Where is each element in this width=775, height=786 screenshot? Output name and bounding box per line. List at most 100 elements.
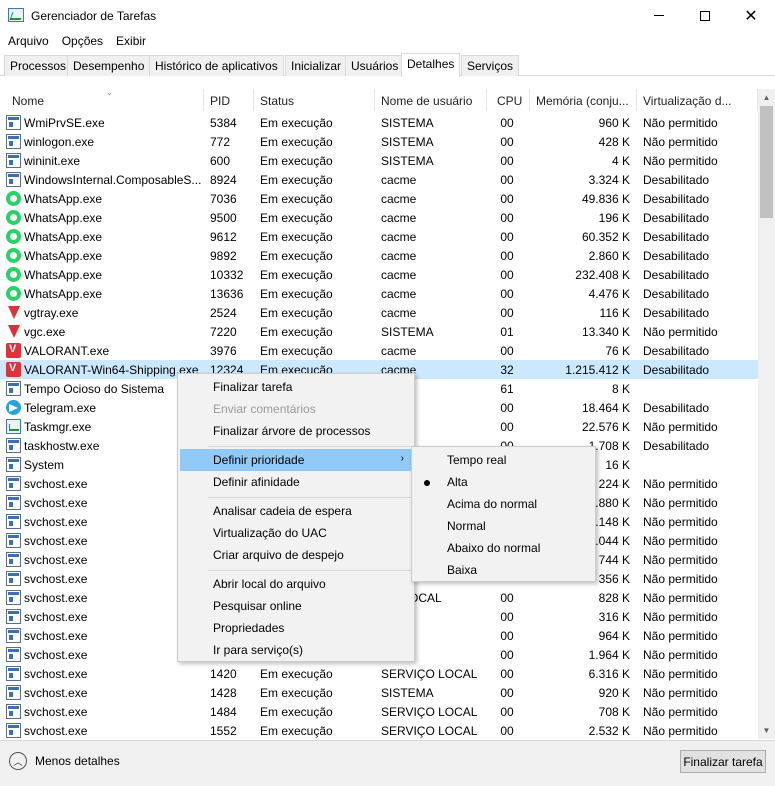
scroll-up-icon[interactable]: ▲ [758,89,775,106]
cell-user: SERVIÇO LOCAL [381,667,478,681]
cell-virt: Não permitido [643,534,718,548]
priority-option[interactable]: Normal [414,515,593,537]
cell-mem: 708 K [598,705,630,719]
maximize-button[interactable] [682,0,728,31]
tab-usuarios[interactable]: Usuários [345,55,405,76]
priority-option[interactable]: Alta [414,471,593,493]
column-header-status[interactable]: Status [254,89,375,111]
context-menu-item[interactable]: Finalizar árvore de processos [180,420,412,442]
table-row[interactable]: vgc.exe 7220 Em execução SISTEMA 01 13.340 K N… [0,322,758,341]
table-row[interactable]: WhatsApp.exe 9892 Em execução cacme 00 2.860 … [0,246,758,265]
service-icon [6,172,21,187]
menu-separator [208,446,412,447]
cell-status: Em execução [260,325,333,339]
column-header-virtualization[interactable]: Virtualização d... [637,89,758,111]
table-row[interactable]: WhatsApp.exe 7036 Em execução cacme 00 49.836… [0,189,758,208]
context-menu-item[interactable]: Definir afinidade [180,471,412,493]
table-row[interactable]: WmiPrvSE.exe 5384 Em execução SISTEMA 00 960 … [0,113,758,132]
table-row[interactable]: svchost.exe 1420 Em execução SERVIÇO LOCAL 0… [0,664,758,683]
cell-user: SISTEMA [381,154,434,168]
table-row[interactable]: wininit.exe 600 Em execução SISTEMA 00 4 K Não… [0,151,758,170]
context-menu-item[interactable]: Abrir local do arquivo [180,573,412,595]
tab-detalhes[interactable]: Detalhes [401,53,461,77]
minimize-button[interactable] [636,0,682,31]
cell-cpu: 00 [500,249,514,263]
table-row[interactable]: WhatsApp.exe 9500 Em execução cacme 00 196 K D… [0,208,758,227]
priority-option[interactable]: Acima do normal [414,493,593,515]
cell-mem: 13.340 K [581,325,630,339]
context-menu-item[interactable]: Pesquisar online [180,595,412,617]
cell-name: VALORANT-Win64-Shipping.exe [24,363,199,377]
context-menu-item[interactable]: Propriedades [180,617,412,639]
cell-virt: Desabilitado [643,306,710,320]
table-row[interactable]: WindowsInternal.ComposableS... 8924 Em exe… [0,170,758,189]
context-menu-item[interactable]: Ir para serviço(s) [180,639,412,661]
close-icon: ✕ [744,5,758,25]
whatsapp-icon [6,267,21,282]
cell-mem: 4 K [611,154,630,168]
cell-cpu: 00 [500,686,514,700]
table-row[interactable]: WhatsApp.exe 10332 Em execução cacme 00 232.4… [0,265,758,284]
table-row[interactable]: svchost.exe 1552 Em execução SERVIÇO LOCAL 0… [0,721,758,739]
service-icon [6,495,21,510]
column-header-memory[interactable]: Memória (conju... [530,89,637,111]
priority-option[interactable]: Abaixo do normal [414,537,593,559]
cell-pid: 9612 [210,230,237,244]
column-header-cpu[interactable]: CPU [487,89,530,111]
menu-exibir[interactable]: Exibir [108,31,151,51]
cell-pid: 2524 [210,306,237,320]
column-header-name[interactable]: Nome ⌄ [6,89,204,111]
context-menu-item[interactable]: Analisar cadeia de espera [180,500,412,522]
tab-processos[interactable]: Processos [4,55,73,76]
context-menu-item[interactable]: Criar arquivo de despejo [180,544,412,566]
vertical-scrollbar[interactable]: ▲ ▼ [758,89,775,739]
cell-virt: Não permitido [643,496,718,510]
cell-name: WhatsApp.exe [24,211,103,225]
table-row[interactable]: VALORANT.exe 3976 Em execução cacme 00 76 K De… [0,341,758,360]
service-icon [6,685,21,700]
task-manager-icon [8,8,24,22]
cell-status: Em execução [260,211,333,225]
context-menu-item[interactable]: Virtualização do UAC [180,522,412,544]
cell-status: Em execução [260,154,333,168]
cell-mem: 196 K [598,211,630,225]
context-menu-item[interactable]: Finalizar tarefa [180,376,412,398]
column-header-pid[interactable]: PID [204,89,254,111]
table-row[interactable]: svchost.exe 1428 Em execução SISTEMA 00 920 K… [0,683,758,702]
menu-arquivo[interactable]: Arquivo [0,31,54,51]
table-row[interactable]: svchost.exe 1484 Em execução SERVIÇO LOCAL 0… [0,702,758,721]
table-row[interactable]: WhatsApp.exe 13636 Em execução cacme 00 4.476… [0,284,758,303]
menu-item-label: Definir afinidade [213,475,300,489]
menu-item-label: Enviar comentários [213,402,316,416]
menu-opcoes[interactable]: Opções [54,31,108,51]
cell-mem: 3.324 K [588,173,630,187]
end-task-button[interactable]: Finalizar tarefa [680,750,766,773]
table-row[interactable]: WhatsApp.exe 9612 Em execução cacme 00 60.352… [0,227,758,246]
column-header-user[interactable]: Nome de usuário [375,89,487,111]
tab-servicos[interactable]: Serviços [461,55,520,76]
maximize-icon [700,10,710,21]
context-menu-item[interactable]: Definir prioridade › [180,449,412,471]
table-row[interactable]: winlogon.exe 772 Em execução SISTEMA 00 428 K… [0,132,758,151]
priority-option[interactable]: Tempo real [414,449,593,471]
cell-name: WhatsApp.exe [24,249,103,263]
tab-historico[interactable]: Histórico de aplicativos [149,55,284,76]
cell-virt: Não permitido [643,553,718,567]
cell-virt: Não permitido [643,629,718,643]
table-row[interactable]: vgtray.exe 2524 Em execução cacme 00 116 K Des… [0,303,758,322]
cell-cpu: 00 [500,401,514,415]
cell-virt: Desabilitado [643,211,710,225]
close-button[interactable]: ✕ [728,0,774,31]
cell-virt: Desabilitado [643,230,710,244]
less-details-button[interactable]: ︿ Menos detalhes [9,752,120,770]
cell-cpu: 00 [500,344,514,358]
priority-option[interactable]: Baixa [414,559,593,581]
cell-mem: 316 K [598,610,630,624]
minimize-icon [654,15,664,16]
scroll-down-icon[interactable]: ▼ [758,722,775,739]
tab-desempenho[interactable]: Desempenho [67,55,151,76]
cell-name: svchost.exe [24,686,88,700]
tab-inicializar[interactable]: Inicializar [285,55,348,76]
scroll-thumb[interactable] [760,106,773,218]
menu-item-label: Ir para serviço(s) [213,643,304,657]
